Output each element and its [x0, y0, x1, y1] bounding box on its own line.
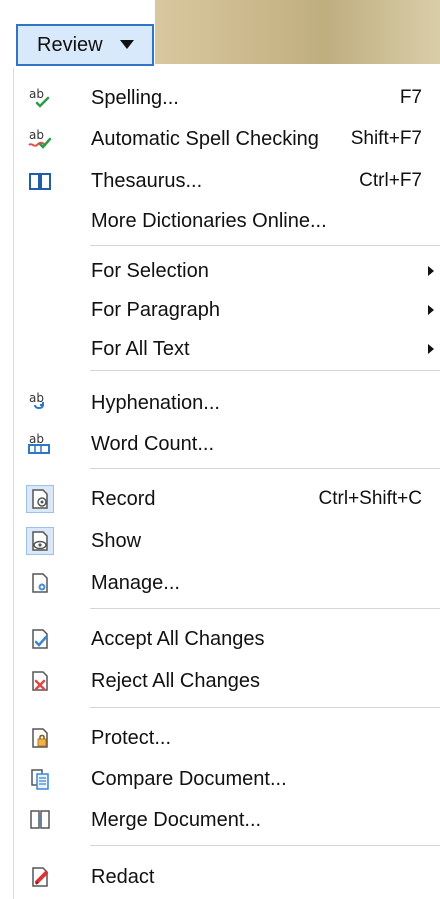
menu-item-automatic-spell-checking[interactable]: ab Automatic Spell Checking Shift+F7: [14, 120, 440, 158]
menu-item-for-selection[interactable]: For Selection: [14, 252, 440, 290]
menu-item-label: Merge Document...: [91, 809, 262, 831]
submenu-arrow-icon: [428, 305, 434, 315]
menu-item-label: Show: [91, 530, 142, 552]
menu-item-label: Record: [91, 488, 156, 510]
menu-item-label: Protect...: [91, 727, 172, 749]
menu-item-label: Redact: [91, 866, 155, 888]
document-background-strip: [155, 0, 440, 64]
menu-item-label: For Paragraph: [91, 299, 220, 321]
menu-item-for-all-text[interactable]: For All Text: [14, 330, 440, 368]
compare-document-icon: [26, 765, 54, 793]
review-menu-label: Review: [37, 33, 103, 56]
shortcut-label: Shift+F7: [350, 128, 422, 149]
menu-separator: [90, 370, 440, 371]
review-menu-button[interactable]: Review: [16, 24, 154, 66]
svg-text:ab: ab: [29, 432, 44, 446]
svg-text:ab: ab: [29, 128, 44, 142]
menu-item-record[interactable]: Record Ctrl+Shift+C: [14, 480, 440, 518]
menu-item-thesaurus[interactable]: Thesaurus... Ctrl+F7: [14, 162, 440, 200]
submenu-arrow-icon: [428, 344, 434, 354]
hyphenation-icon: ab: [26, 389, 54, 417]
menu-item-label: More Dictionaries Online...: [91, 210, 327, 232]
menu-item-label: Automatic Spell Checking: [91, 128, 319, 150]
menu-item-word-count[interactable]: ab Word Count...: [14, 425, 440, 463]
word-count-icon: ab: [26, 430, 54, 458]
accept-changes-icon: [26, 625, 54, 653]
menu-separator: [90, 608, 440, 609]
menu-item-spelling[interactable]: ab Spelling... F7: [14, 79, 440, 117]
menu-item-compare-document[interactable]: Compare Document...: [14, 760, 440, 798]
shortcut-label: Ctrl+F7: [359, 170, 422, 191]
menu-item-reject-all-changes[interactable]: Reject All Changes: [14, 662, 440, 700]
menu-separator: [90, 468, 440, 469]
automatic-spell-checking-icon: ab: [26, 125, 54, 153]
menu-separator: [90, 245, 440, 246]
menu-item-merge-document[interactable]: Merge Document...: [14, 801, 440, 839]
review-dropdown-menu: ab Spelling... F7 ab Automatic Spell Che…: [13, 68, 440, 899]
menu-item-more-dictionaries-online[interactable]: More Dictionaries Online...: [14, 202, 440, 240]
menu-item-for-paragraph[interactable]: For Paragraph: [14, 291, 440, 329]
manage-changes-icon: [26, 569, 54, 597]
thesaurus-icon: [26, 167, 54, 195]
submenu-arrow-icon: [428, 266, 434, 276]
menu-item-label: Thesaurus...: [91, 170, 203, 192]
menu-item-accept-all-changes[interactable]: Accept All Changes: [14, 620, 440, 658]
menu-item-label: For Selection: [91, 260, 209, 282]
menu-item-hyphenation[interactable]: ab Hyphenation...: [14, 384, 440, 422]
menu-item-label: Spelling...: [91, 87, 179, 109]
menu-item-label: Word Count...: [91, 433, 215, 455]
reject-changes-icon: [26, 667, 54, 695]
protect-icon: [26, 724, 54, 752]
shortcut-label: F7: [399, 87, 422, 108]
merge-document-icon: [26, 806, 54, 834]
menu-item-redact[interactable]: Redact: [14, 858, 440, 896]
menu-item-label: Accept All Changes: [91, 628, 265, 650]
svg-text:ab: ab: [29, 391, 44, 405]
svg-text:ab: ab: [29, 87, 44, 101]
menu-item-label: Reject All Changes: [91, 670, 260, 692]
menu-item-label: Manage...: [91, 572, 180, 594]
menu-item-label: For All Text: [91, 338, 190, 360]
menu-item-label: Hyphenation...: [91, 392, 220, 414]
record-changes-icon: [26, 485, 54, 513]
menu-separator: [90, 845, 440, 846]
dropdown-arrow-icon: [120, 40, 134, 49]
menu-item-label: Compare Document...: [91, 768, 287, 790]
redact-icon: [26, 863, 54, 891]
menu-item-show[interactable]: Show: [14, 522, 440, 560]
menu-separator: [90, 707, 440, 708]
menu-item-manage[interactable]: Manage...: [14, 564, 440, 602]
show-changes-icon: [26, 527, 54, 555]
shortcut-label: Ctrl+Shift+C: [318, 488, 422, 509]
spelling-icon: ab: [26, 84, 54, 112]
menu-item-protect[interactable]: Protect...: [14, 719, 440, 757]
